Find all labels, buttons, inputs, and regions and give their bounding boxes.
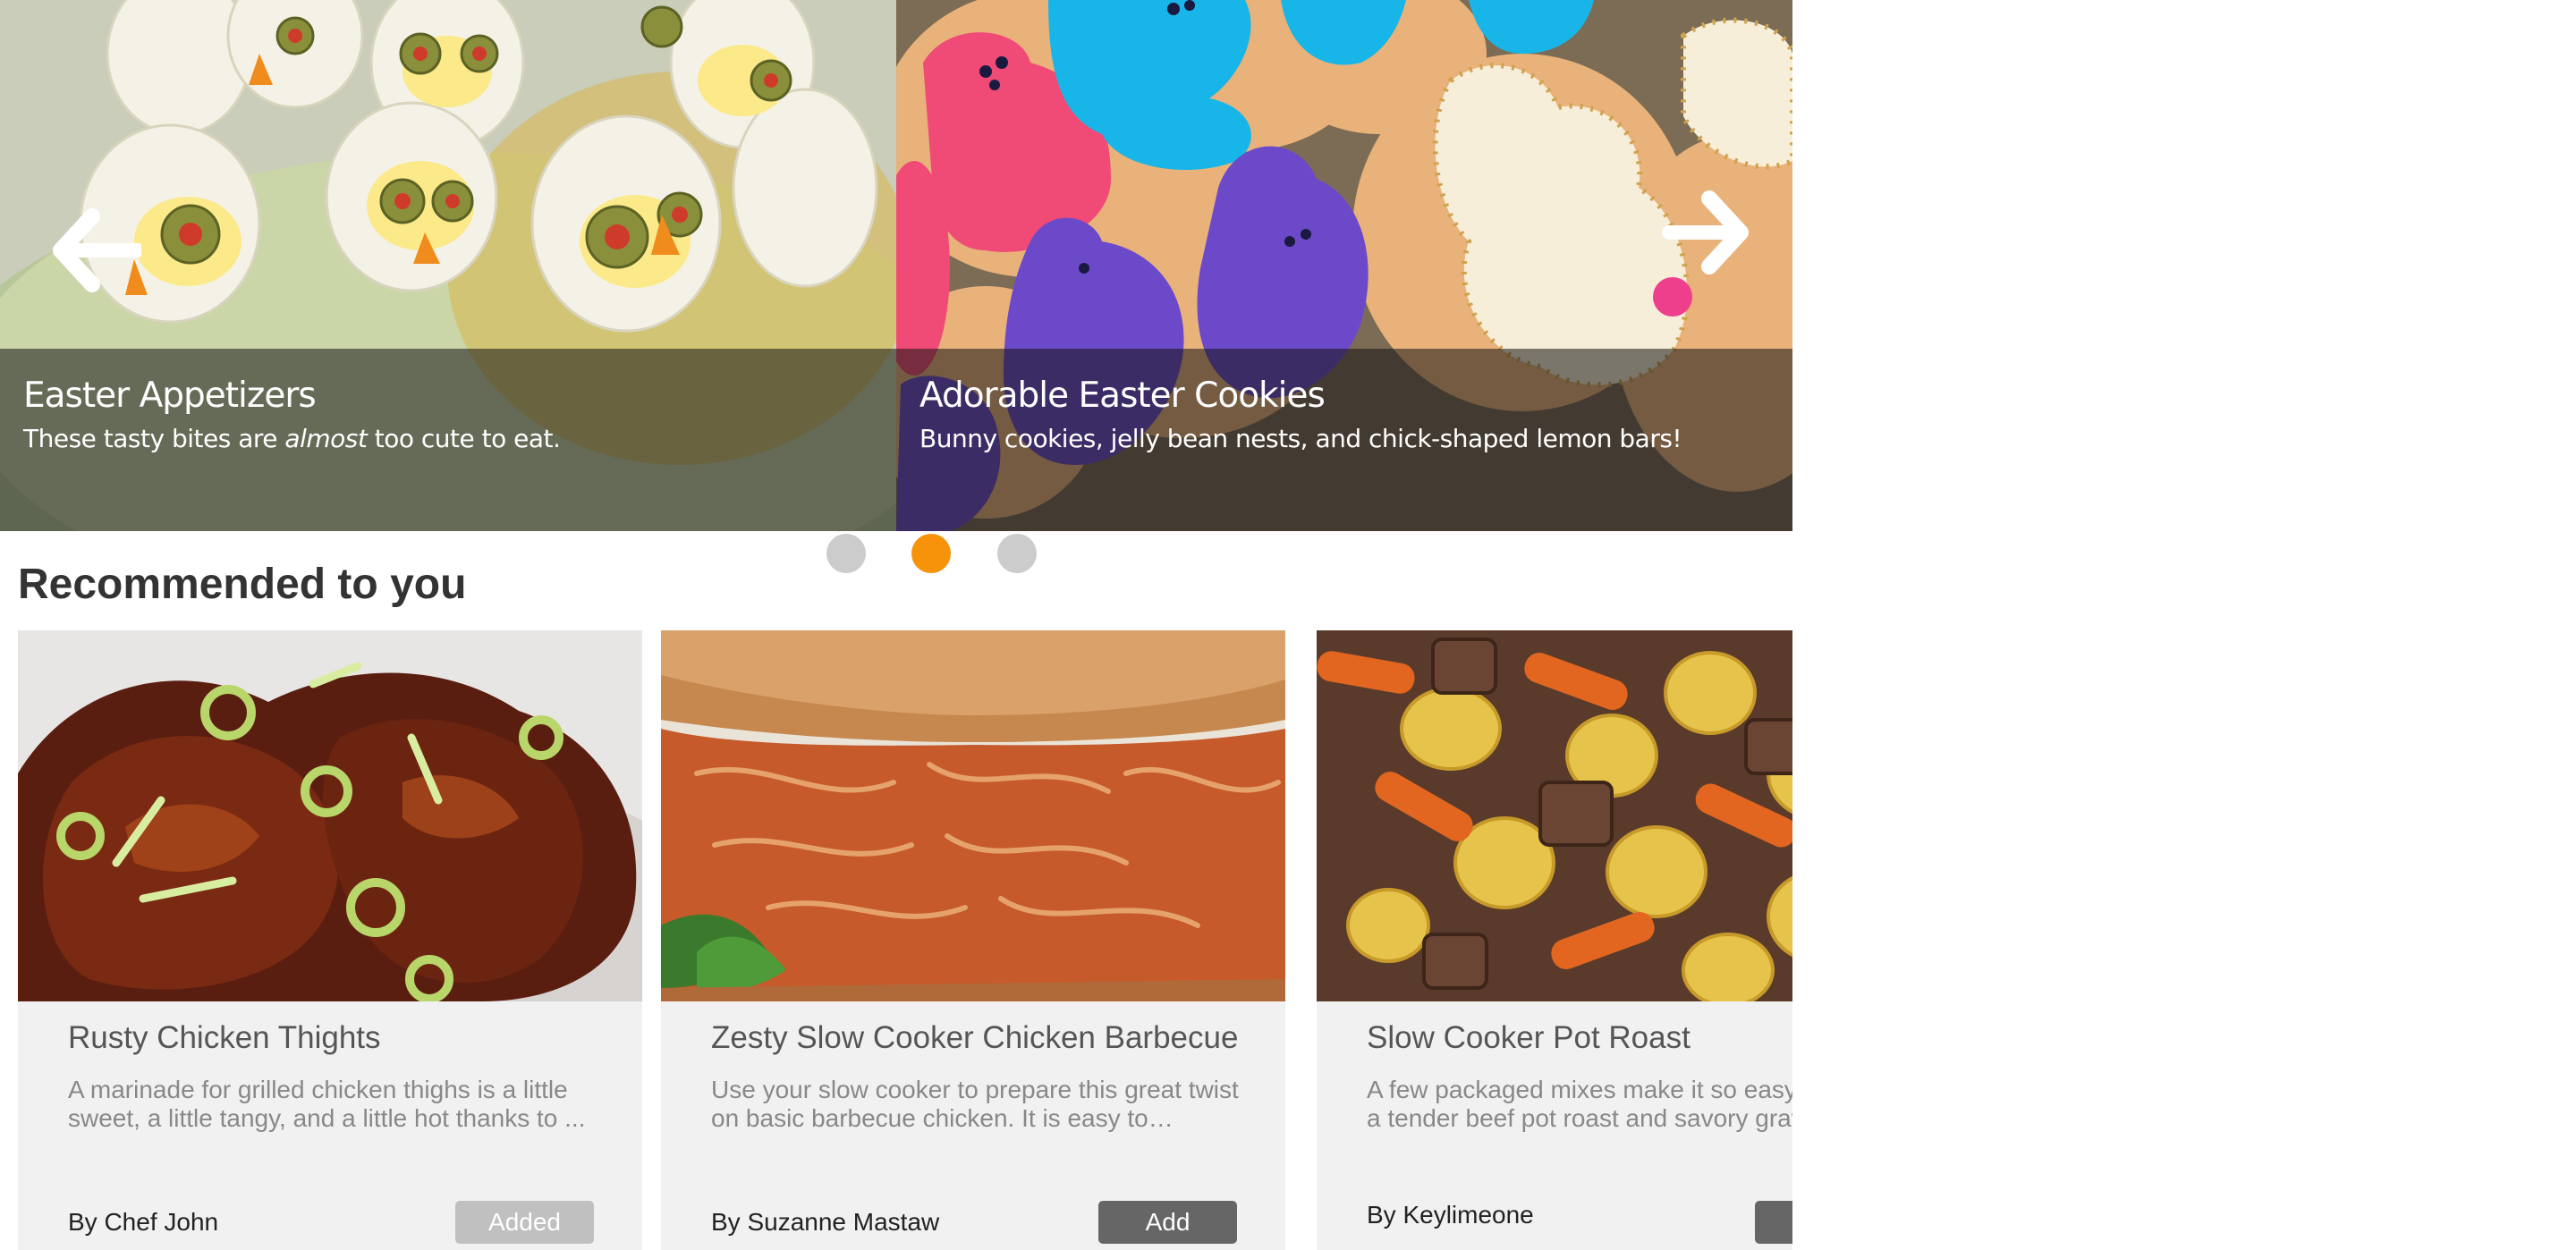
- glazed-chicken-thighs-image: [18, 630, 642, 1001]
- carousel-dot-1[interactable]: [826, 534, 866, 573]
- added-button[interactable]: Added: [455, 1201, 594, 1244]
- carousel-dot-2-active[interactable]: [911, 534, 951, 573]
- carousel-slide-easter-cookies[interactable]: Adorable Easter Cookies Bunny cookies, j…: [896, 0, 1792, 531]
- arrow-right-icon: [1662, 190, 1749, 274]
- recipe-image[interactable]: [661, 630, 1285, 1001]
- slide-subtitle: These tasty bites are almost too cute to…: [23, 424, 561, 453]
- recipe-title[interactable]: Rusty Chicken Thights: [68, 1020, 381, 1056]
- recipe-description: Use your slow cooker to prepare this gre…: [711, 1076, 1239, 1132]
- recipe-title[interactable]: Zesty Slow Cooker Chicken Barbecue: [711, 1020, 1238, 1056]
- slide-caption: Easter Appetizers These tasty bites are …: [0, 349, 896, 531]
- slide-title: Adorable Easter Cookies: [919, 376, 1326, 416]
- recipe-description: A marinade for grilled chicken thighs is…: [68, 1076, 586, 1132]
- recipe-author[interactable]: By Chef John: [68, 1208, 218, 1237]
- recipe-image[interactable]: [18, 630, 642, 1001]
- recipe-author[interactable]: By Keylimeone: [1367, 1201, 1534, 1229]
- recipe-card[interactable]: Slow Cooker Pot Roast A few packaged mix…: [1317, 630, 1792, 1250]
- section-heading: Recommended to you: [18, 561, 467, 608]
- recipe-author[interactable]: By Suzanne Mastaw: [711, 1208, 939, 1237]
- add-button[interactable]: [1755, 1201, 1792, 1244]
- pot-roast-image: [1317, 630, 1792, 1001]
- slide-title: Easter Appetizers: [23, 376, 317, 416]
- recipe-image[interactable]: [1317, 630, 1792, 1001]
- slide-caption: Adorable Easter Cookies Bunny cookies, j…: [896, 349, 1792, 531]
- recipe-description: A few packaged mixes make it so easy to …: [1367, 1076, 1792, 1132]
- hero-carousel: Easter Appetizers These tasty bites are …: [0, 0, 1792, 531]
- slide-subtitle: Bunny cookies, jelly bean nests, and chi…: [919, 424, 1682, 453]
- recipe-card[interactable]: Zesty Slow Cooker Chicken Barbecue Use y…: [661, 630, 1285, 1250]
- add-button[interactable]: Add: [1098, 1201, 1237, 1244]
- slide-subtitle-emphasis: almost: [284, 424, 368, 453]
- carousel-prev-button[interactable]: [52, 206, 145, 295]
- carousel-next-button[interactable]: [1660, 188, 1750, 277]
- carousel-dot-3[interactable]: [997, 534, 1037, 573]
- recipe-card[interactable]: Rusty Chicken Thights A marinade for gri…: [18, 630, 642, 1250]
- recipe-card-list: Rusty Chicken Thights A marinade for gri…: [0, 630, 1792, 1250]
- recipe-title[interactable]: Slow Cooker Pot Roast: [1367, 1020, 1690, 1056]
- pulled-chicken-sandwich-image: [661, 630, 1285, 1001]
- arrow-left-icon: [53, 208, 145, 292]
